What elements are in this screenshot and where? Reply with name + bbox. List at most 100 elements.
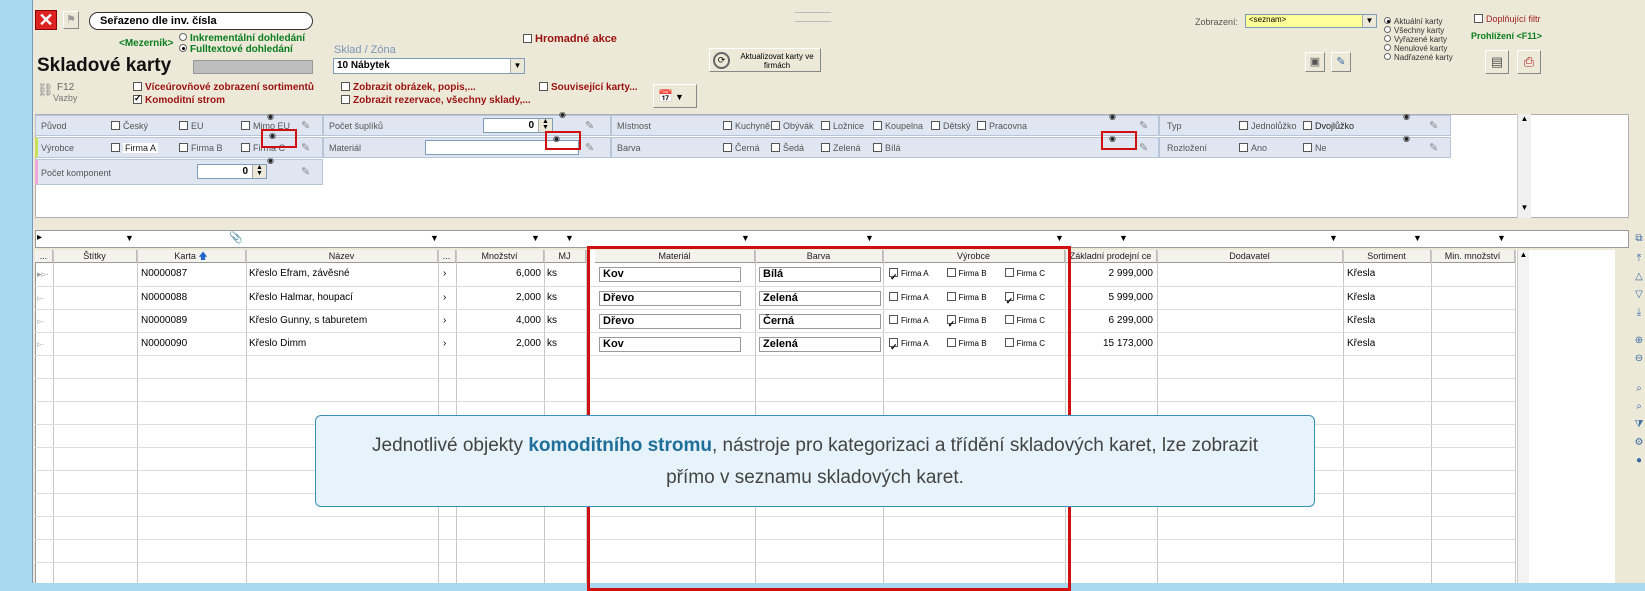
puvod-eu[interactable]: EU [179, 121, 204, 131]
barva-cerna[interactable]: Černá [723, 143, 760, 153]
mistnost-pracovna[interactable]: Pracovna [977, 121, 1027, 131]
zobrazit-rezervace-checkbox[interactable]: Zobrazit rezervace, všechny sklady,... [341, 94, 531, 106]
radio-nadrazene[interactable]: Nadřazené karty [1384, 53, 1453, 62]
close-button[interactable]: ✕ [35, 10, 57, 30]
settings-icon[interactable]: ⚙ [1632, 436, 1645, 450]
search-fulltext[interactable]: Fulltextové dohledání [179, 44, 293, 55]
barva-seda[interactable]: Šedá [771, 143, 804, 153]
filter-scrollbar[interactable]: ▲ ▼ [1517, 114, 1531, 218]
update-cards-button[interactable]: ⟳ Aktualizovat karty ve firmách [709, 48, 821, 72]
zobrazeni-dropdown[interactable]: <seznam> ▼ [1245, 14, 1377, 28]
vyrobce-firma-a[interactable]: Firma A [111, 143, 159, 153]
chevron-down-icon[interactable]: ▼ [1329, 233, 1338, 243]
pencil-icon[interactable]: ✎ [1429, 141, 1443, 155]
radio-nenulove[interactable]: Nenulové karty [1384, 44, 1453, 53]
last-icon[interactable]: ⤓ [1632, 306, 1645, 320]
edit-icon[interactable]: ✎ [1331, 52, 1351, 72]
first-icon[interactable]: ⤒ [1632, 252, 1645, 266]
expand-icon[interactable]: › [443, 287, 446, 309]
eye-icon[interactable]: ◉ [559, 110, 566, 119]
prohlizeni-link[interactable]: Prohlížení <F11> [1471, 31, 1542, 41]
chevron-down-icon[interactable]: ▼ [1119, 233, 1128, 243]
filter-arrow-icon[interactable]: ▸ [37, 232, 42, 243]
col-header-dots[interactable]: ... [438, 250, 456, 263]
souvisejici-checkbox[interactable]: Související karty... [539, 81, 638, 93]
pencil-icon[interactable]: ✎ [1139, 119, 1153, 133]
copy-icon[interactable]: ⧉ [1632, 232, 1645, 246]
up-icon[interactable]: △ [1632, 270, 1645, 284]
rozlozeni-ne[interactable]: Ne [1303, 143, 1327, 153]
filter-icon[interactable]: ⧩ [1632, 418, 1645, 432]
zoom-in-icon[interactable]: ⊕ [1632, 334, 1645, 348]
viceurovnove-checkbox[interactable]: Víceúrovňové zobrazení sortimentů [133, 81, 314, 93]
expand-icon[interactable]: › [443, 333, 446, 355]
clipboard-icon[interactable]: ▣ [1305, 52, 1325, 72]
sort-selector[interactable]: Seřazeno dle inv. čísla [89, 12, 313, 30]
typ-jednoluzko[interactable]: Jednolůžko [1239, 121, 1297, 131]
col-header-min-mnozstvi[interactable]: Min. množství [1431, 250, 1515, 263]
pocet-komponent-spinner[interactable]: 0 ▲ ▼ [197, 164, 267, 179]
doplnujici-filtr[interactable]: Doplňující filtr [1474, 14, 1541, 24]
radio-vyrazene[interactable]: Vyřazené karty [1384, 35, 1453, 44]
puvod-cesky[interactable]: Český [111, 121, 148, 131]
eye-icon[interactable]: ◉ [267, 156, 274, 165]
hromadne-akce[interactable]: Hromadné akce [523, 33, 617, 45]
radio-aktualni[interactable]: Aktuální karty [1384, 17, 1453, 26]
rozlozeni-ano[interactable]: Ano [1239, 143, 1267, 153]
report-icon[interactable]: ▤ [1485, 50, 1509, 74]
col-header-nazev[interactable]: Název [246, 250, 438, 263]
barva-bila[interactable]: Bílá [873, 143, 901, 153]
expand-icon[interactable]: › [443, 263, 446, 285]
chevron-down-icon[interactable]: ▼ [741, 233, 750, 243]
flag-icon[interactable]: ⚑ [63, 11, 79, 29]
eye-icon[interactable]: ◉ [1109, 112, 1116, 121]
chevron-down-icon[interactable]: ▼ [565, 233, 574, 243]
mistnost-detsky[interactable]: Dětský [931, 121, 971, 131]
pencil-icon[interactable]: ✎ [1139, 141, 1153, 155]
chevron-down-icon[interactable]: ▼ [430, 233, 439, 243]
pocet-supliku-spinner[interactable]: 0 ▲ ▼ [483, 118, 553, 133]
chevron-down-icon[interactable]: ▼ [1413, 233, 1422, 243]
chevron-down-icon[interactable]: ▼ [1497, 233, 1506, 243]
search-input[interactable] [193, 60, 313, 74]
pencil-icon[interactable]: ✎ [585, 141, 599, 155]
chevron-down-icon[interactable]: ▼ [125, 233, 134, 243]
search-incremental[interactable]: Inkrementální dohledání [179, 33, 305, 44]
record-icon[interactable]: ● [1632, 454, 1645, 468]
down-icon[interactable]: ▽ [1632, 288, 1645, 302]
typ-dvojluzko[interactable]: Dvojlůžko [1303, 121, 1354, 131]
vyrobce-firma-b[interactable]: Firma B [179, 143, 223, 153]
pencil-icon[interactable]: ✎ [1429, 119, 1443, 133]
chevron-down-icon[interactable]: ▼ [531, 233, 540, 243]
mistnost-koupelna[interactable]: Koupelna [873, 121, 923, 131]
col-header-cena[interactable]: Základní prodejní ce [1065, 250, 1157, 263]
expand-icon[interactable]: › [443, 310, 446, 332]
col-header-sortiment[interactable]: Sortiment [1343, 250, 1431, 263]
col-header-stitky[interactable]: Štítky [53, 250, 137, 263]
paperclip-icon[interactable]: 📎 [229, 231, 243, 244]
eye-icon[interactable]: ◉ [267, 112, 274, 121]
chevron-down-icon[interactable]: ▼ [865, 233, 874, 243]
col-header-mnozstvi[interactable]: Množství [456, 250, 544, 263]
zoom-out-icon[interactable]: ⊖ [1632, 352, 1645, 366]
pencil-icon[interactable]: ✎ [585, 119, 599, 133]
col-header-dodavatel[interactable]: Dodavatel [1157, 250, 1343, 263]
search-icon[interactable]: ⌕ [1632, 382, 1645, 396]
chevron-down-icon[interactable]: ▼ [1055, 233, 1064, 243]
barva-zelena[interactable]: Zelená [821, 143, 861, 153]
grid-scrollbar[interactable]: ▲ [1517, 250, 1529, 583]
mistnost-obyvak[interactable]: Obývák [771, 121, 814, 131]
pencil-icon[interactable]: ✎ [301, 119, 315, 133]
sklad-dropdown[interactable]: 10 Nábytek ▼ [333, 58, 525, 74]
col-header-mj[interactable]: MJ [544, 250, 586, 263]
search-next-icon[interactable]: ⌕ [1632, 400, 1645, 414]
eye-icon[interactable]: ◉ [1403, 134, 1410, 143]
col-header-menu[interactable]: ... [35, 250, 53, 263]
komoditni-strom-checkbox[interactable]: Komoditní strom [133, 93, 225, 106]
calendar-dropdown[interactable]: 📅 ▼ [653, 84, 697, 108]
zobrazit-obrazek-checkbox[interactable]: Zobrazit obrázek, popis,... [341, 81, 476, 93]
print-icon[interactable]: ⎙ [1517, 50, 1541, 74]
eye-icon[interactable]: ◉ [1403, 112, 1410, 121]
mistnost-kuchyne[interactable]: Kuchyně [723, 121, 770, 131]
radio-vsechny[interactable]: Všechny karty [1384, 26, 1453, 35]
